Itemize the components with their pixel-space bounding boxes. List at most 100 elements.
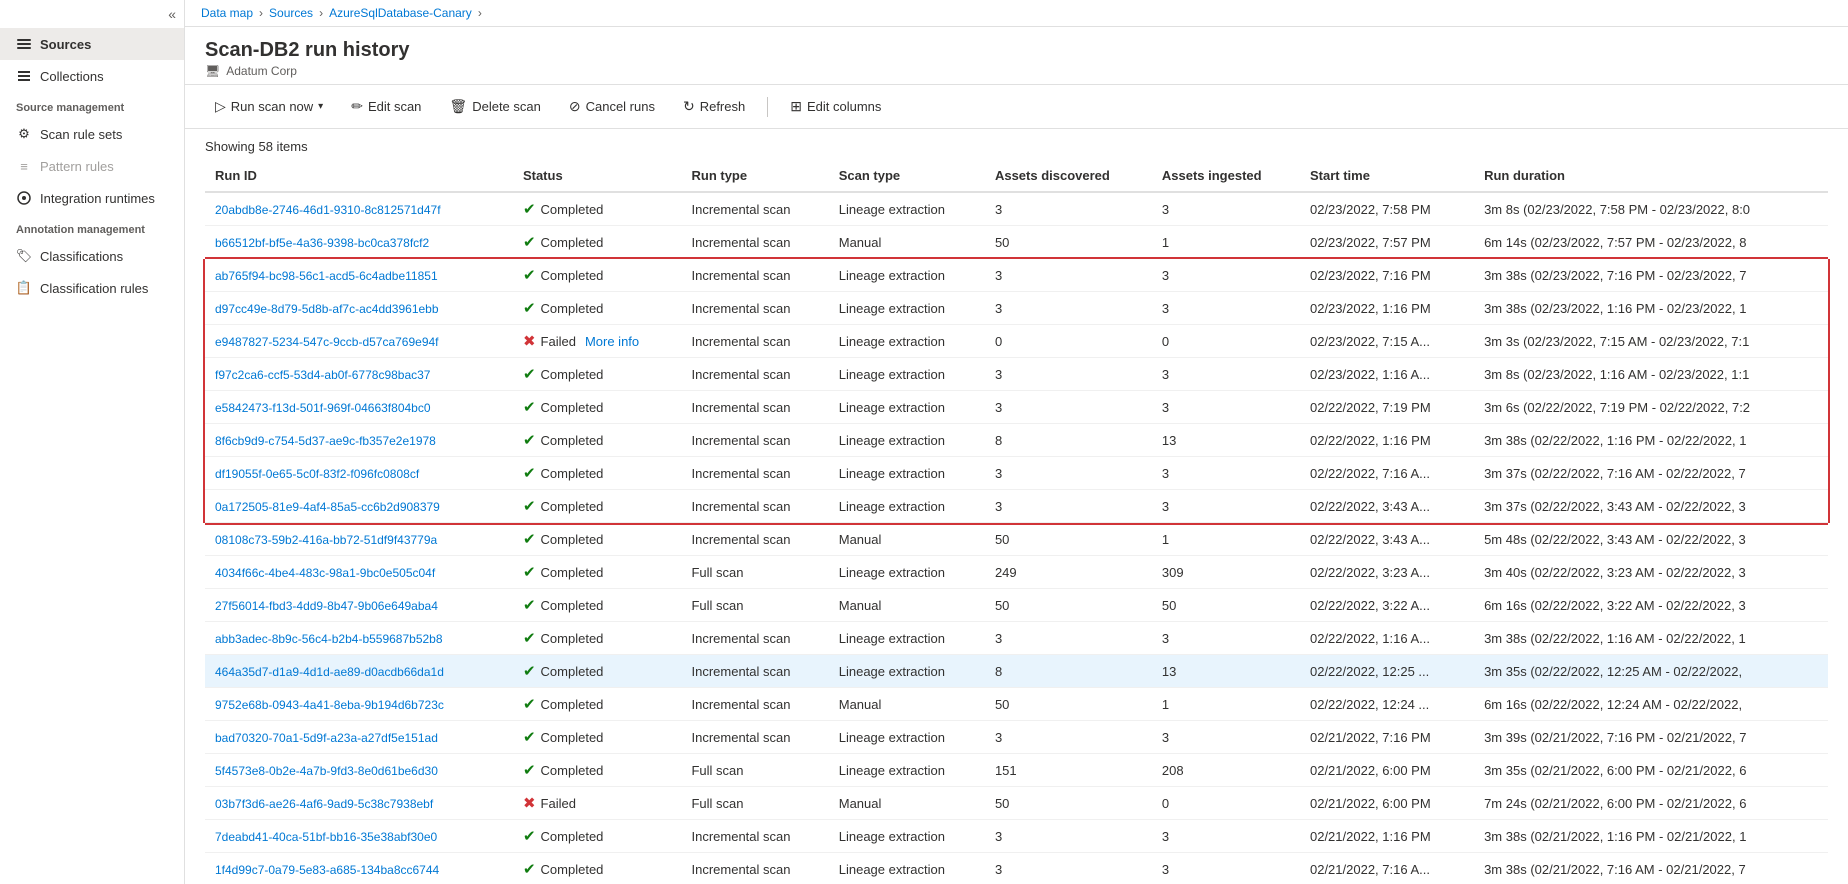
breadcrumb-azure-sql[interactable]: AzureSqlDatabase-Canary: [329, 6, 472, 20]
cell-run-duration: 3m 38s (02/21/2022, 7:16 AM - 02/21/2022…: [1474, 853, 1828, 884]
edit-columns-label: Edit columns: [807, 99, 881, 114]
run-id-link[interactable]: e5842473-f13d-501f-969f-04663f804bc0: [215, 401, 431, 415]
sidebar-item-classification-rules[interactable]: 📋 Classification rules: [0, 272, 184, 304]
edit-columns-button[interactable]: ⊞ Edit columns: [780, 93, 891, 120]
run-scan-icon: ▷: [215, 98, 226, 115]
sidebar-item-collections[interactable]: Collections: [0, 60, 184, 92]
breadcrumb-data-map[interactable]: Data map: [201, 6, 253, 20]
status-ok-icon: ✔: [523, 728, 536, 746]
run-id-link[interactable]: 4034f66c-4be4-483c-98a1-9bc0e505c04f: [215, 566, 435, 580]
more-info-link[interactable]: More info: [585, 334, 639, 349]
table-row[interactable]: 8f6cb9d9-c754-5d37-ae9c-fb357e2e1978✔Com…: [205, 424, 1828, 457]
cell-assets-ingested: 3: [1152, 358, 1300, 391]
run-id-link[interactable]: df19055f-0e65-5c0f-83f2-f096fc0808cf: [215, 467, 419, 481]
table-row[interactable]: df19055f-0e65-5c0f-83f2-f096fc0808cf✔Com…: [205, 457, 1828, 490]
status-ok-icon: ✔: [523, 662, 536, 680]
run-id-link[interactable]: d97cc49e-8d79-5d8b-af7c-ac4dd3961ebb: [215, 302, 439, 316]
table-row[interactable]: 0a172505-81e9-4af4-85a5-cc6b2d908379✔Com…: [205, 490, 1828, 523]
cell-run-type: Incremental scan: [681, 226, 828, 259]
run-id-link[interactable]: 464a35d7-d1a9-4d1d-ae89-d0acdb66da1d: [215, 665, 444, 679]
table-row[interactable]: abb3adec-8b9c-56c4-b2b4-b559687b52b8✔Com…: [205, 622, 1828, 655]
table-row[interactable]: 20abdb8e-2746-46d1-9310-8c812571d47f✔Com…: [205, 192, 1828, 226]
table-row[interactable]: 9752e68b-0943-4a41-8eba-9b194d6b723c✔Com…: [205, 688, 1828, 721]
cell-run-id: 4034f66c-4be4-483c-98a1-9bc0e505c04f: [205, 556, 513, 589]
source-management-header: Source management: [0, 92, 184, 118]
cell-run-id: 20abdb8e-2746-46d1-9310-8c812571d47f: [205, 192, 513, 226]
run-id-link[interactable]: f97c2ca6-ccf5-53d4-ab0f-6778c98bac37: [215, 368, 430, 382]
cell-scan-type: Lineage extraction: [829, 556, 985, 589]
status-text: Completed: [541, 433, 604, 448]
table-row[interactable]: e9487827-5234-547c-9ccb-d57ca769e94f✖Fai…: [205, 325, 1828, 358]
run-id-link[interactable]: b66512bf-bf5e-4a36-9398-bc0ca378fcf2: [215, 236, 429, 250]
table-row[interactable]: 4034f66c-4be4-483c-98a1-9bc0e505c04f✔Com…: [205, 556, 1828, 589]
cell-run-duration: 3m 8s (02/23/2022, 7:58 PM - 02/23/2022,…: [1474, 192, 1828, 226]
run-id-link[interactable]: 08108c73-59b2-416a-bb72-51df9f43779a: [215, 533, 437, 547]
table-row[interactable]: 27f56014-fbd3-4dd9-8b47-9b06e649aba4✔Com…: [205, 589, 1828, 622]
run-id-link[interactable]: ab765f94-bc98-56c1-acd5-6c4adbe11851: [215, 269, 438, 283]
run-id-link[interactable]: e9487827-5234-547c-9ccb-d57ca769e94f: [215, 335, 439, 349]
status-text: Failed: [541, 334, 576, 349]
col-assets-disc: Assets discovered: [985, 160, 1152, 192]
cell-run-type: Incremental scan: [681, 820, 828, 853]
breadcrumb-sources[interactable]: Sources: [269, 6, 313, 20]
annotation-management-header: Annotation management: [0, 214, 184, 240]
table-row[interactable]: b66512bf-bf5e-4a36-9398-bc0ca378fcf2 ✔Com…: [205, 226, 1828, 259]
run-id-link[interactable]: bad70320-70a1-5d9f-a23a-a27df5e151ad: [215, 731, 438, 745]
run-id-link[interactable]: 7deabd41-40ca-51bf-bb16-35e38abf30e0: [215, 830, 437, 844]
sidebar-item-scan-rule-sets-label: Scan rule sets: [40, 127, 122, 142]
cell-run-type: Incremental scan: [681, 424, 828, 457]
cell-status: ✔Completed: [513, 226, 682, 259]
cell-start-time: 02/21/2022, 6:00 PM: [1300, 787, 1474, 820]
table-row[interactable]: d97cc49e-8d79-5d8b-af7c-ac4dd3961ebb✔Com…: [205, 292, 1828, 325]
run-id-link[interactable]: 20abdb8e-2746-46d1-9310-8c812571d47f: [215, 203, 441, 217]
status-ok-icon: ✔: [523, 629, 536, 647]
table-row[interactable]: 08108c73-59b2-416a-bb72-51df9f43779a✔Com…: [205, 523, 1828, 556]
table-row[interactable]: e5842473-f13d-501f-969f-04663f804bc0✔Com…: [205, 391, 1828, 424]
sidebar-collapse-button[interactable]: «: [0, 0, 184, 28]
col-run-type: Run type: [681, 160, 828, 192]
sidebar-item-scan-rule-sets[interactable]: ⚙ Scan rule sets: [0, 118, 184, 150]
cell-scan-type: Manual: [829, 523, 985, 556]
run-id-link[interactable]: 27f56014-fbd3-4dd9-8b47-9b06e649aba4: [215, 599, 438, 613]
cell-run-type: Incremental scan: [681, 853, 828, 884]
refresh-button[interactable]: ↻ Refresh: [673, 93, 755, 120]
cell-run-id: e9487827-5234-547c-9ccb-d57ca769e94f: [205, 325, 513, 358]
delete-scan-button[interactable]: 🗑 Delete scan: [439, 93, 550, 120]
status-ok-icon: ✔: [523, 596, 536, 614]
cell-start-time: 02/21/2022, 7:16 PM: [1300, 721, 1474, 754]
sidebar-item-integration-runtimes-label: Integration runtimes: [40, 191, 155, 206]
table-row[interactable]: f97c2ca6-ccf5-53d4-ab0f-6778c98bac37✔Com…: [205, 358, 1828, 391]
cell-scan-type: Lineage extraction: [829, 622, 985, 655]
pattern-rules-icon: ≡: [16, 158, 32, 174]
run-id-link[interactable]: 5f4573e8-0b2e-4a7b-9fd3-8e0d61be6d30: [215, 764, 438, 778]
run-id-link[interactable]: abb3adec-8b9c-56c4-b2b4-b559687b52b8: [215, 632, 443, 646]
run-id-link[interactable]: 1f4d99c7-0a79-5e83-a685-134ba8cc6744: [215, 863, 439, 877]
cancel-runs-button[interactable]: ⊘ Cancel runs: [559, 93, 665, 120]
table-row[interactable]: 1f4d99c7-0a79-5e83-a685-134ba8cc6744✔Com…: [205, 853, 1828, 884]
run-id-link[interactable]: 0a172505-81e9-4af4-85a5-cc6b2d908379: [215, 500, 440, 514]
sidebar-item-sources[interactable]: Sources: [0, 28, 184, 60]
cell-scan-type: Lineage extraction: [829, 292, 985, 325]
page-header: Scan-DB2 run history 🖥 Adatum Corp: [185, 27, 1848, 85]
table-row[interactable]: bad70320-70a1-5d9f-a23a-a27df5e151ad✔Com…: [205, 721, 1828, 754]
sidebar-item-integration-runtimes[interactable]: Integration runtimes: [0, 182, 184, 214]
cell-run-type: Incremental scan: [681, 490, 828, 523]
sidebar-item-pattern-rules[interactable]: ≡ Pattern rules: [0, 150, 184, 182]
table-row[interactable]: ab765f94-bc98-56c1-acd5-6c4adbe11851✔Com…: [205, 259, 1828, 292]
run-scan-button[interactable]: ▷ Run scan now ▾: [205, 93, 333, 120]
table-row[interactable]: 03b7f3d6-ae26-4af6-9ad9-5c38c7938ebf✖Fai…: [205, 787, 1828, 820]
run-id-link[interactable]: 9752e68b-0943-4a41-8eba-9b194d6b723c: [215, 698, 444, 712]
run-id-link[interactable]: 03b7f3d6-ae26-4af6-9ad9-5c38c7938ebf: [215, 797, 433, 811]
cell-start-time: 02/22/2022, 7:16 A...: [1300, 457, 1474, 490]
edit-scan-button[interactable]: ✏ Edit scan: [341, 93, 431, 120]
table-row[interactable]: 5f4573e8-0b2e-4a7b-9fd3-8e0d61be6d30✔Com…: [205, 754, 1828, 787]
run-id-link[interactable]: 8f6cb9d9-c754-5d37-ae9c-fb357e2e1978: [215, 434, 436, 448]
cell-assets-ingested: 3: [1152, 820, 1300, 853]
status-text: Completed: [541, 235, 604, 250]
toolbar: ▷ Run scan now ▾ ✏ Edit scan 🗑 Delete sc…: [185, 85, 1848, 129]
status-ok-icon: ✔: [523, 200, 536, 218]
sidebar-item-classifications[interactable]: 🏷 Classifications: [0, 240, 184, 272]
cell-run-id: e5842473-f13d-501f-969f-04663f804bc0: [205, 391, 513, 424]
table-row[interactable]: 7deabd41-40ca-51bf-bb16-35e38abf30e0✔Com…: [205, 820, 1828, 853]
table-row[interactable]: 464a35d7-d1a9-4d1d-ae89-d0acdb66da1d✔Com…: [205, 655, 1828, 688]
